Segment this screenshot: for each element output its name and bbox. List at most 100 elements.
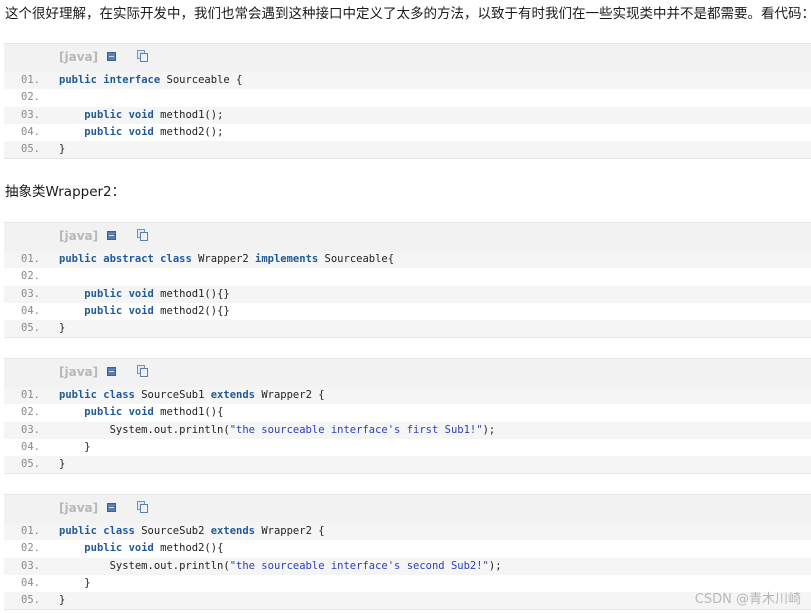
code-line: 05.} xyxy=(4,592,811,610)
line-number: 01. xyxy=(21,74,40,86)
line-number: 01. xyxy=(21,253,40,265)
code-text: } xyxy=(59,320,65,337)
line-number: 04. xyxy=(21,440,40,453)
keyword-token: implements xyxy=(255,253,319,265)
view-source-icon[interactable] xyxy=(107,52,116,61)
code-line: 02. public void method1(){ xyxy=(4,404,811,422)
code-text: public class SourceSub1 extends Wrapper2… xyxy=(59,387,325,404)
code-token: Wrapper2 xyxy=(191,253,255,265)
keyword-token: public xyxy=(84,108,123,121)
code-token: Wrapper2 { xyxy=(255,389,325,401)
code-token: method2(){} xyxy=(153,304,230,317)
code-text: } xyxy=(59,439,91,456)
code-line: 04. public void method2(){} xyxy=(4,302,811,321)
code-token: ); xyxy=(482,423,496,436)
keyword-token: public xyxy=(59,389,97,401)
code-token: Sourceable { xyxy=(160,74,243,86)
code-text: } xyxy=(59,592,65,609)
code-line: 04. public void method2(); xyxy=(4,123,811,142)
code-line: 01. public class SourceSub2 extends Wrapp… xyxy=(4,523,811,541)
code-token: method1(){} xyxy=(153,287,230,300)
code-block-sourcesub2: [java] 01. public class SourceSub2 extend… xyxy=(4,494,811,611)
line-number: 02. xyxy=(21,91,40,104)
code-token: method2(); xyxy=(153,125,224,138)
keyword-token: public xyxy=(84,304,123,317)
line-number: 01. xyxy=(21,525,40,537)
keyword-token: abstract xyxy=(103,253,154,265)
line-number: 03. xyxy=(21,287,40,300)
code-text: public void method2(){ xyxy=(59,540,223,557)
copy-icon[interactable] xyxy=(137,365,148,377)
string-token: "the sourceable interface's second Sub2!… xyxy=(229,559,489,572)
code-token: SourceSub2 xyxy=(134,525,211,537)
code-lines: 01. public interface Sourceable {02. 03. p… xyxy=(4,72,811,159)
code-token: } xyxy=(59,440,91,453)
code-line: 02. xyxy=(4,89,811,107)
code-toolbar: [java] xyxy=(4,44,811,72)
code-text: public void method1(); xyxy=(59,107,223,124)
code-line: 03. System.out.println("the sourceable i… xyxy=(4,557,811,575)
line-number: 03. xyxy=(21,559,40,572)
copy-icon[interactable] xyxy=(137,229,148,241)
code-text: } xyxy=(59,141,65,158)
code-line: 04. } xyxy=(4,574,811,593)
code-lines: 01. public class SourceSub1 extends Wrapp… xyxy=(4,387,811,474)
code-text: System.out.println("the sourceable inter… xyxy=(59,558,502,575)
keyword-token: public xyxy=(59,253,97,265)
line-number: 04. xyxy=(21,304,40,317)
code-text: System.out.println("the sourceable inter… xyxy=(59,422,496,439)
string-token: "the sourceable interface's first Sub1!" xyxy=(229,423,483,436)
language-label[interactable]: [java] xyxy=(59,50,98,64)
line-number: 05. xyxy=(21,458,40,471)
code-toolbar: [java] xyxy=(4,495,811,523)
copy-icon[interactable] xyxy=(137,501,148,513)
keyword-token: public xyxy=(84,125,123,138)
code-text: } xyxy=(59,575,91,592)
keyword-token: class xyxy=(160,253,192,265)
code-token: } xyxy=(59,458,66,471)
line-number: 03. xyxy=(21,108,40,121)
line-number: 05. xyxy=(21,143,40,156)
keyword-token: public xyxy=(84,406,123,419)
copy-icon[interactable] xyxy=(137,50,148,62)
code-text: public void method1(){} xyxy=(59,286,230,303)
language-label[interactable]: [java] xyxy=(59,501,98,515)
csdn-watermark: CSDN @青木川崎 xyxy=(694,592,801,607)
code-line: 02. xyxy=(4,268,811,286)
language-label[interactable]: [java] xyxy=(59,229,98,243)
code-text: } xyxy=(59,456,65,473)
code-token: } xyxy=(59,594,66,607)
code-line: 02. public void method2(){ xyxy=(4,540,811,558)
keyword-token: class xyxy=(103,389,135,401)
line-number: 02. xyxy=(21,542,40,555)
line-number: 04. xyxy=(21,576,40,589)
code-line: 03. System.out.println("the sourceable i… xyxy=(4,421,811,439)
code-token: Wrapper2 { xyxy=(255,525,325,537)
view-source-icon[interactable] xyxy=(107,367,116,376)
code-text: public void method2(); xyxy=(59,124,223,141)
code-token: method1(); xyxy=(153,108,224,121)
keyword-token: public xyxy=(84,287,123,300)
keyword-token: void xyxy=(128,287,154,300)
keyword-token: public xyxy=(59,74,97,86)
keyword-token: void xyxy=(128,542,154,555)
code-token: SourceSub1 xyxy=(134,389,211,401)
keyword-token: public xyxy=(59,525,97,537)
code-toolbar: [java] xyxy=(4,223,811,251)
keyword-token: void xyxy=(128,125,154,138)
view-source-icon[interactable] xyxy=(107,231,116,240)
line-number: 02. xyxy=(21,270,40,283)
line-number: 02. xyxy=(21,406,40,419)
line-number: 05. xyxy=(21,594,40,607)
code-token: } xyxy=(59,576,91,589)
language-label[interactable]: [java] xyxy=(59,365,98,379)
keyword-token: extends xyxy=(210,389,255,401)
code-line: 01. public interface Sourceable { xyxy=(4,72,811,90)
code-block-sourceable: [java] 01. public interface Sourceable {0… xyxy=(4,43,811,160)
view-source-icon[interactable] xyxy=(107,503,116,512)
